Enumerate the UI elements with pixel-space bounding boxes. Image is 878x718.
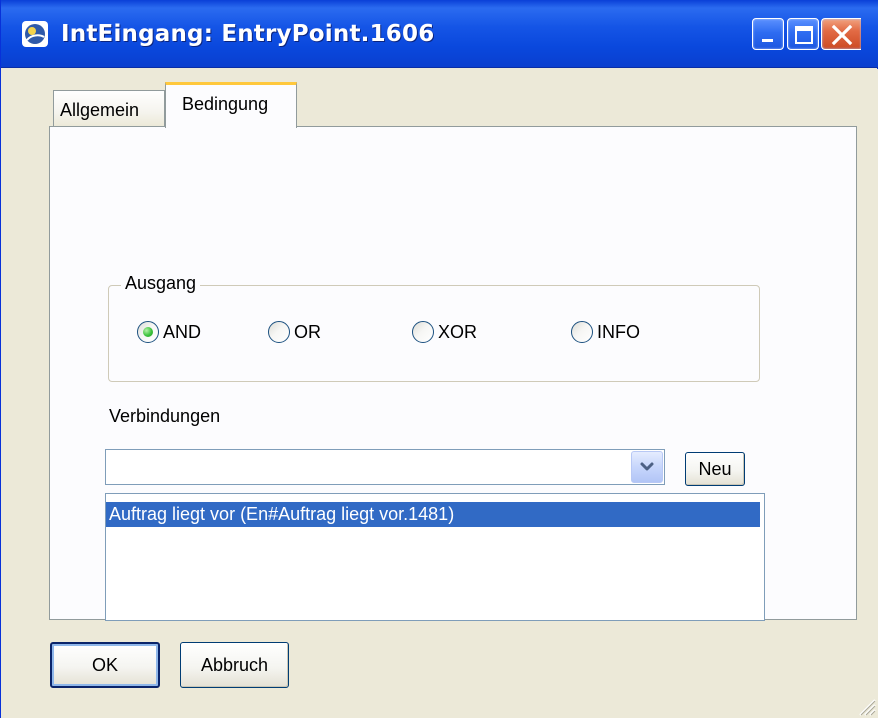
radio-circle[interactable] — [137, 321, 159, 343]
cancel-button[interactable]: Abbruch — [180, 642, 289, 688]
radio-label: OR — [294, 322, 321, 342]
connections-listbox[interactable]: Auftrag liegt vor (En#Auftrag liegt vor.… — [105, 493, 765, 621]
resize-grip-icon[interactable] — [853, 693, 877, 717]
minimize-icon — [762, 39, 773, 42]
connections-label: Verbindungen — [109, 406, 221, 426]
radio-and[interactable]: AND — [137, 320, 201, 344]
tab-allgemein[interactable]: Allgemein — [53, 90, 165, 126]
dialog-window: IntEingang: EntryPoint.1606 Allgemein Be… — [0, 0, 878, 718]
maximize-button[interactable] — [787, 18, 819, 50]
ok-button[interactable]: OK — [50, 642, 160, 688]
title-bar[interactable]: IntEingang: EntryPoint.1606 — [1, 0, 878, 68]
app-icon — [22, 21, 48, 47]
radio-circle[interactable] — [412, 321, 434, 343]
radio-label: AND — [163, 322, 202, 342]
radio-label: XOR — [438, 322, 478, 342]
radio-info[interactable]: INFO — [571, 320, 640, 344]
radio-circle[interactable] — [268, 321, 290, 343]
window-title: IntEingang: EntryPoint.1606 — [61, 21, 435, 47]
radio-selected-dot — [143, 327, 153, 337]
close-icon — [831, 24, 853, 46]
connections-combobox[interactable] — [105, 449, 665, 485]
close-button[interactable] — [821, 18, 861, 50]
radio-or[interactable]: OR — [268, 320, 321, 344]
new-button[interactable]: Neu — [685, 452, 745, 486]
chevron-down-icon — [640, 462, 654, 471]
list-item[interactable]: Auftrag liegt vor (En#Auftrag liegt vor.… — [106, 502, 760, 527]
minimize-button[interactable] — [752, 18, 784, 50]
combo-value[interactable] — [112, 450, 626, 484]
maximize-icon — [795, 26, 813, 44]
radio-label: INFO — [597, 322, 640, 342]
radio-circle[interactable] — [571, 321, 593, 343]
radio-xor[interactable]: XOR — [412, 320, 477, 344]
tab-bedingung[interactable]: Bedingung — [165, 82, 297, 128]
combo-dropdown-button[interactable] — [631, 451, 663, 483]
output-group-label: Ausgang — [121, 272, 201, 294]
